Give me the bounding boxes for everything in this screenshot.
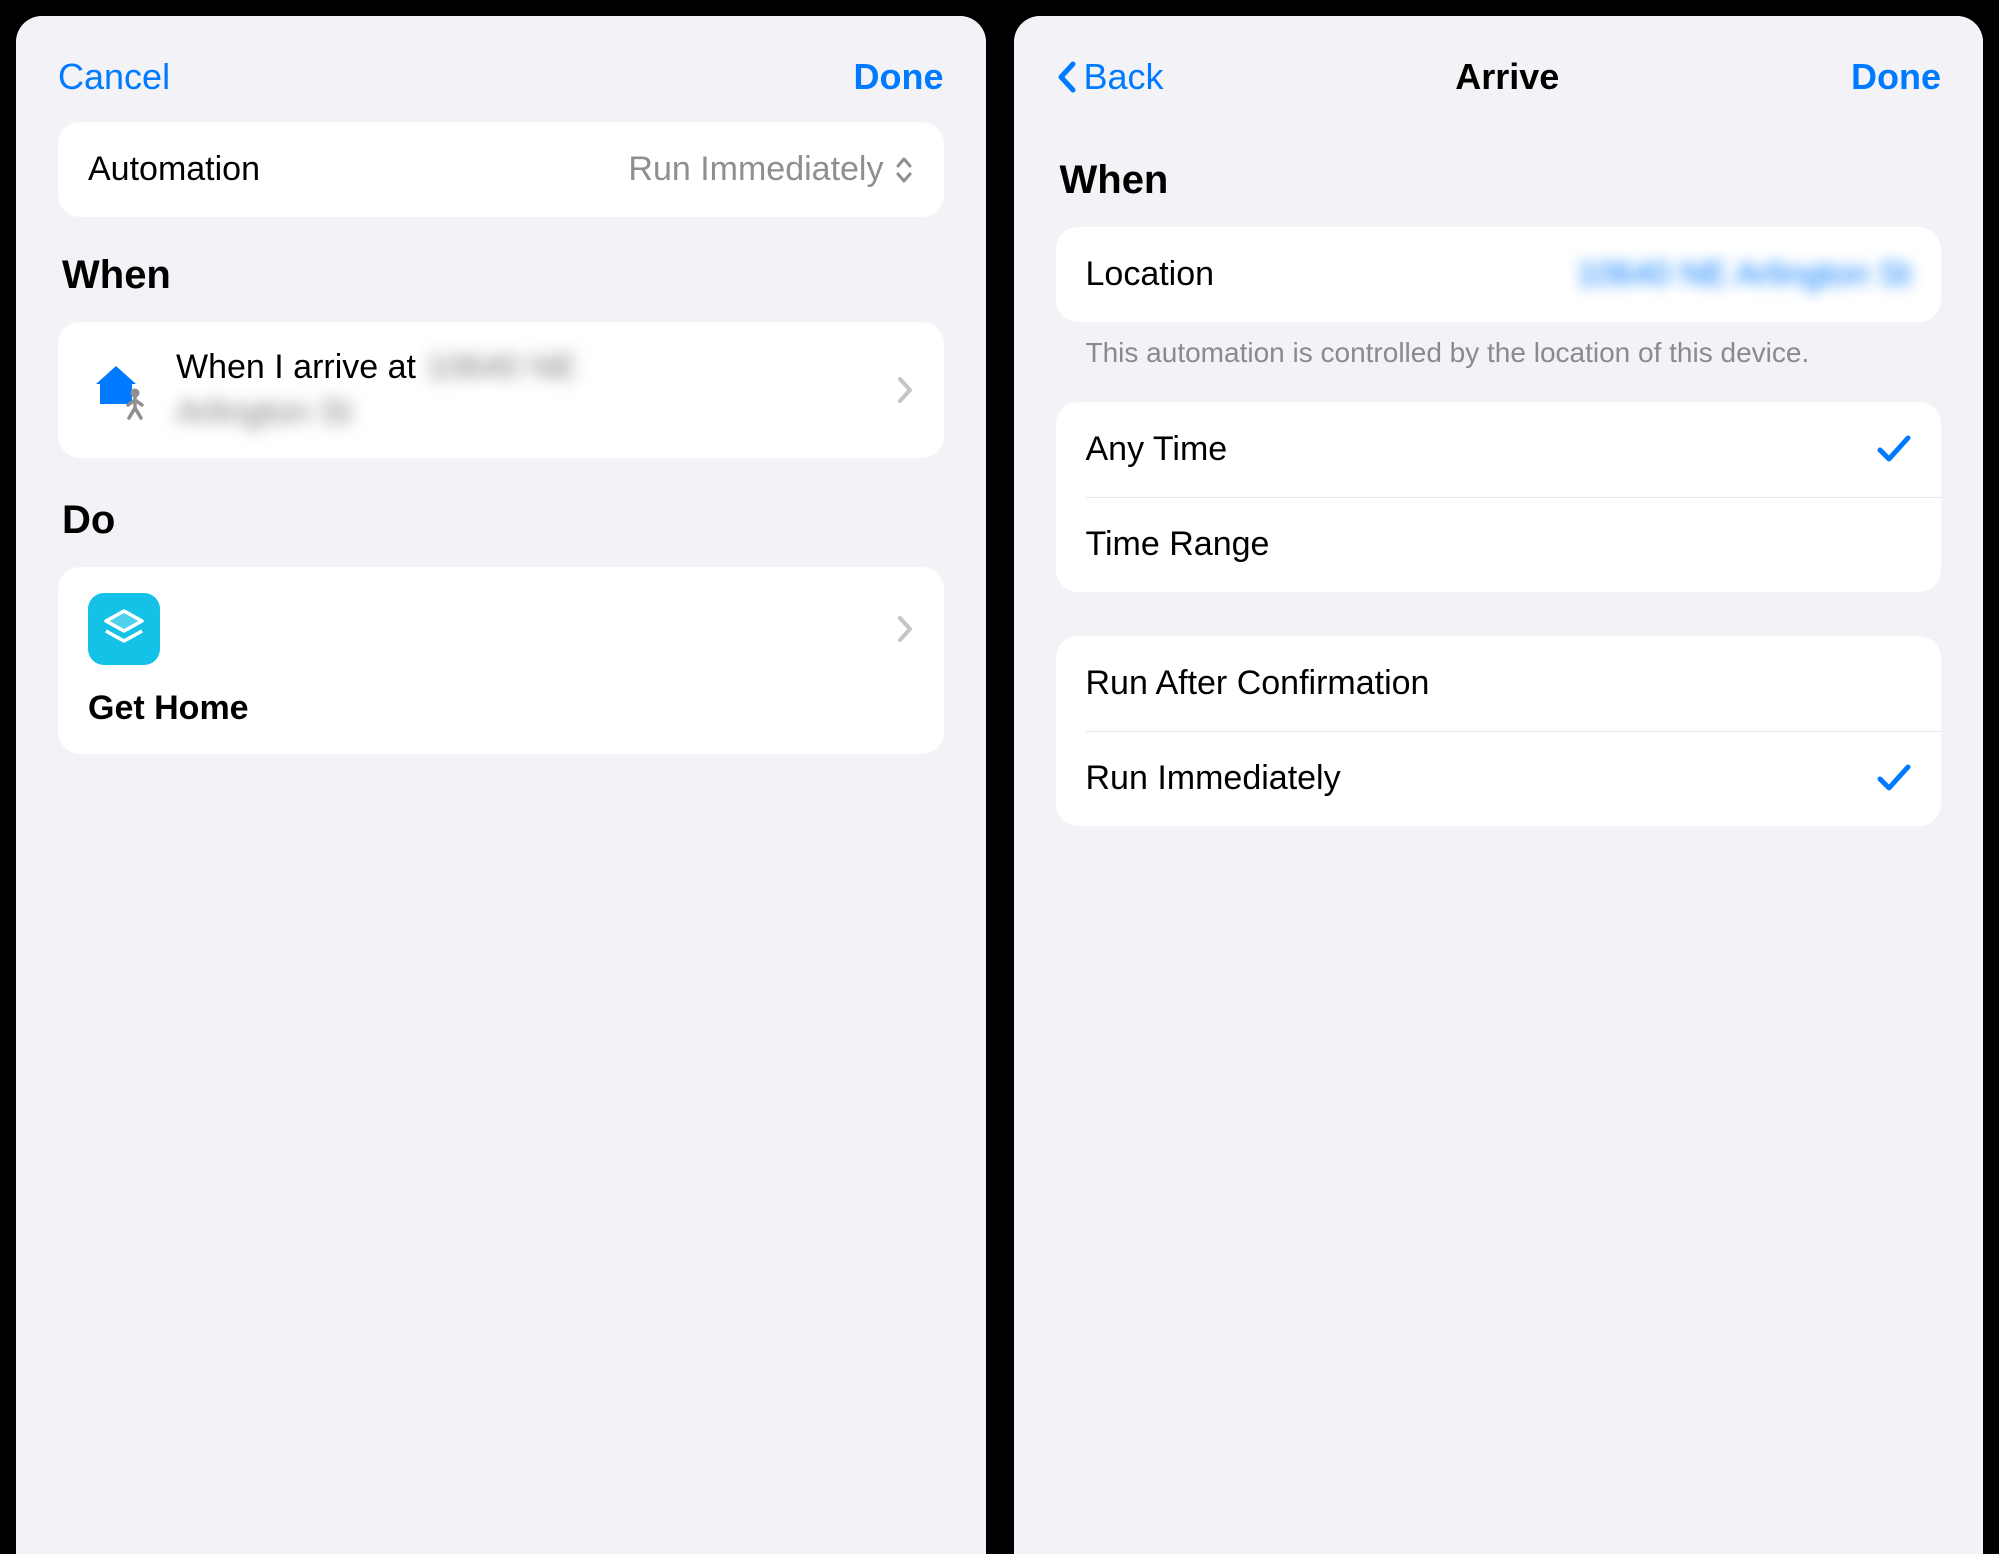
shortcut-name: Get Home — [88, 689, 914, 728]
arrive-prefix: When I arrive at — [176, 348, 416, 387]
arrive-trigger-row[interactable]: When I arrive at 10640 NE Arlington St — [58, 322, 944, 458]
run-option-label: Run After Confirmation — [1086, 664, 1430, 703]
automation-value-text: Run Immediately — [628, 150, 883, 189]
arrive-detail-pane: Back Arrive Done When Location 10640 NE … — [1014, 16, 1984, 1554]
chevron-left-icon — [1056, 60, 1078, 94]
automation-summary-pane: Cancel Done Automation Run Immediately — [16, 16, 986, 1554]
back-button[interactable]: Back — [1056, 56, 1164, 98]
automation-mode-row[interactable]: Automation Run Immediately — [58, 122, 944, 217]
cancel-button[interactable]: Cancel — [58, 56, 170, 98]
location-card: Location 10640 NE Arlington St — [1056, 227, 1942, 322]
back-label: Back — [1084, 56, 1164, 98]
location-row[interactable]: Location 10640 NE Arlington St — [1056, 227, 1942, 322]
checkmark-icon — [1877, 763, 1911, 793]
time-option-label: Any Time — [1086, 430, 1228, 469]
run-option-confirm[interactable]: Run After Confirmation — [1056, 636, 1942, 731]
run-option-immediate[interactable]: Run Immediately — [1056, 731, 1942, 826]
arrive-address-part2: Arlington St — [176, 393, 872, 432]
automation-value: Run Immediately — [628, 150, 913, 189]
arrive-address-part1: 10640 NE — [426, 348, 577, 387]
do-card-top — [88, 593, 914, 665]
sheet: Cancel Done Automation Run Immediately — [16, 16, 986, 1554]
when-card: When I arrive at 10640 NE Arlington St — [58, 322, 944, 458]
location-footer-note: This automation is controlled by the loc… — [1056, 334, 1942, 402]
automation-mode-card: Automation Run Immediately — [58, 122, 944, 217]
run-options-card: Run After Confirmation Run Immediately — [1056, 636, 1942, 826]
arrive-line-1: When I arrive at 10640 NE — [176, 348, 872, 387]
automation-label: Automation — [88, 150, 260, 189]
navbar: Cancel Done — [16, 16, 986, 122]
location-label: Location — [1086, 255, 1215, 294]
section-title-when: When — [62, 253, 944, 298]
chevron-right-icon — [896, 614, 914, 644]
time-option-label: Time Range — [1086, 525, 1270, 564]
sheet: Back Arrive Done When Location 10640 NE … — [1014, 16, 1984, 1554]
time-options-card: Any Time Time Range — [1056, 402, 1942, 592]
location-value: 10640 NE Arlington St — [1576, 255, 1911, 294]
run-option-label: Run Immediately — [1086, 759, 1341, 798]
navbar: Back Arrive Done — [1014, 16, 1984, 122]
chevron-right-icon — [896, 375, 914, 405]
shortcut-app-icon — [88, 593, 160, 665]
checkmark-icon — [1877, 434, 1911, 464]
page-title: Arrive — [1455, 56, 1559, 98]
home-person-icon — [88, 358, 152, 422]
section-title-do: Do — [62, 498, 944, 543]
up-down-chevron-icon — [894, 155, 914, 185]
done-button[interactable]: Done — [854, 56, 944, 98]
time-option-any[interactable]: Any Time — [1056, 402, 1942, 497]
done-button[interactable]: Done — [1851, 56, 1941, 98]
content: Automation Run Immediately When — [16, 122, 986, 754]
section-title-when: When — [1060, 158, 1942, 203]
do-shortcut-card[interactable]: Get Home — [58, 567, 944, 754]
arrive-text: When I arrive at 10640 NE Arlington St — [176, 348, 872, 432]
content: When Location 10640 NE Arlington St This… — [1014, 158, 1984, 826]
time-option-range[interactable]: Time Range — [1056, 497, 1942, 592]
